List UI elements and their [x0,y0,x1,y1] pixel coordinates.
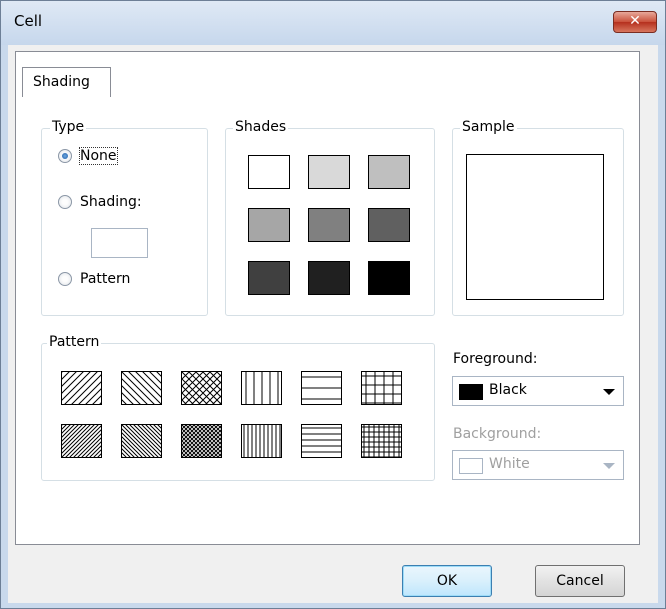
foreground-label: Foreground: [453,351,538,367]
pattern-swatch[interactable] [241,424,282,458]
pattern-swatch[interactable] [61,424,102,458]
shade-swatch[interactable] [308,261,350,295]
shading-color-box[interactable] [91,228,148,258]
title-bar: Cell ✕ [1,1,665,45]
sample-legend: Sample [460,119,517,135]
background-dropdown[interactable]: White [452,450,624,480]
foreground-swatch [459,384,483,400]
tab-shading-label: Shading [33,74,90,90]
pattern-swatch[interactable] [361,424,402,458]
radio-pattern-button[interactable] [58,272,72,286]
chevron-down-icon[interactable] [603,463,615,469]
cancel-button[interactable]: Cancel [535,565,625,597]
pattern-legend: Pattern [47,334,102,350]
shade-swatch[interactable] [368,155,410,189]
radio-shading-label: Shading: [80,194,142,210]
type-legend: Type [50,119,87,135]
foreground-dropdown[interactable]: Black [452,376,624,406]
chevron-down-icon[interactable] [603,389,615,395]
radio-none[interactable]: None [58,147,118,165]
radio-none-label: None [79,147,118,165]
dialog-title: Cell [14,12,43,30]
radio-none-button[interactable] [58,149,72,163]
radio-shading-button[interactable] [58,195,72,209]
tab-shading[interactable]: Shading [22,67,111,97]
shade-swatch[interactable] [248,155,290,189]
sample-preview [466,154,604,300]
pattern-group [41,343,435,481]
pattern-swatch[interactable] [241,371,282,405]
shade-swatch[interactable] [308,208,350,242]
background-value: White [489,456,530,472]
pattern-swatch[interactable] [181,424,222,458]
shade-swatch[interactable] [248,208,290,242]
shades-legend: Shades [233,119,289,135]
close-icon: ✕ [629,13,641,29]
foreground-value: Black [489,382,527,398]
shade-swatch[interactable] [368,261,410,295]
pattern-swatch[interactable] [121,371,162,405]
radio-pattern-label: Pattern [80,271,131,287]
ok-button[interactable]: OK [402,565,492,597]
close-button[interactable]: ✕ [613,11,657,33]
background-swatch [459,458,483,474]
pattern-swatch[interactable] [301,424,342,458]
pattern-swatch[interactable] [361,371,402,405]
radio-shading[interactable]: Shading: [58,194,142,210]
radio-pattern[interactable]: Pattern [58,271,130,287]
shade-swatch[interactable] [308,155,350,189]
background-label: Background: [453,426,542,442]
pattern-swatch[interactable] [121,424,162,458]
pattern-swatch[interactable] [181,371,222,405]
pattern-swatch[interactable] [61,371,102,405]
pattern-swatch[interactable] [301,371,342,405]
shade-swatch[interactable] [248,261,290,295]
shade-swatch[interactable] [368,208,410,242]
